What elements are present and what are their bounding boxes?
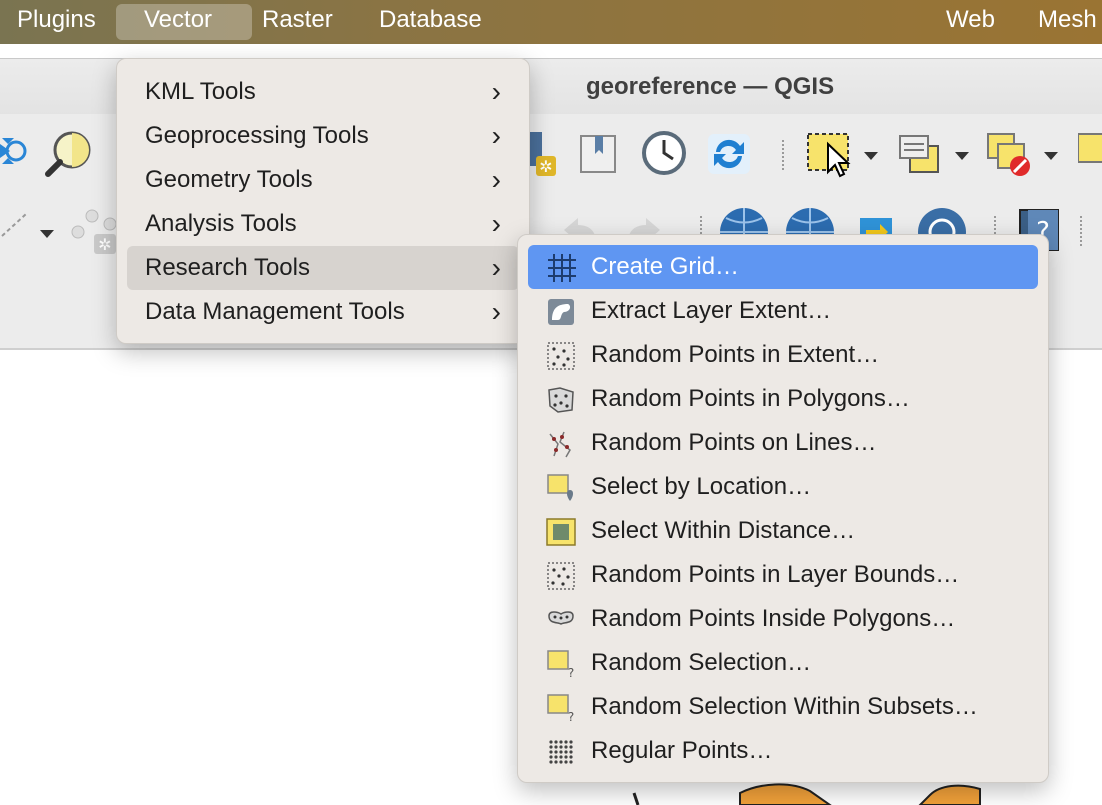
vertex-tool-icon[interactable]: ✲ [70,208,120,261]
regular-points-icon [546,737,576,765]
random-points-extent-icon [546,341,576,370]
menu-bar: Plugins Vector Raster Database Web Mesh [0,0,1102,44]
svg-text:✲: ✲ [539,157,552,176]
random-points-bounds-icon [546,561,576,590]
toolbar-grip[interactable] [782,140,787,170]
menu-item-label: Geometry Tools [145,166,313,193]
feature-icon[interactable] [1077,132,1102,171]
menu-item-random-points-on-lines[interactable]: Random Points on Lines… [528,421,1038,465]
select-dropdown-icon[interactable] [864,152,878,160]
svg-text:✲: ✲ [98,235,111,254]
chevron-right-icon: › [491,296,501,327]
menu-item-label: Random Points Inside Polygons… [591,605,956,632]
menu-item-label: Random Selection Within Subsets… [591,693,978,720]
chevron-right-icon: › [491,120,501,151]
menu-web[interactable]: Web [934,4,1007,40]
select-features-icon[interactable] [806,132,854,183]
select-by-value-icon[interactable] [898,132,942,181]
new-bookmark-icon[interactable]: ✲ [528,132,558,183]
menu-item-label: Random Points on Lines… [591,429,877,456]
chevron-right-icon: › [491,76,501,107]
menu-item-label: Select by Location… [591,473,812,500]
digitize-line-icon[interactable] [0,210,30,245]
menu-item-label: Data Management Tools [145,298,405,325]
menu-item-random-points-in-polygons[interactable]: Random Points in Polygons… [528,377,1038,421]
zoom-to-selection-icon[interactable] [44,130,96,183]
chevron-right-icon: › [491,252,501,283]
random-selection-subsets-icon: ? [546,693,576,724]
temporal-controller-icon[interactable] [641,130,687,181]
menu-mesh[interactable]: Mesh [1026,4,1102,40]
research-tools-submenu: Create Grid… Extract Layer Extent… Rando… [517,234,1049,783]
menu-item-select-within-distance[interactable]: Select Within Distance… [528,509,1038,553]
window-title: georeference — QGIS [586,73,835,100]
menu-item-random-selection[interactable]: ? Random Selection… [528,641,1038,685]
menu-item-label: Regular Points… [591,737,773,764]
zoom-full-icon[interactable] [0,130,32,177]
menu-item-label: Geoprocessing Tools [145,122,369,149]
menu-item-create-grid[interactable]: Create Grid… [528,245,1038,289]
menu-plugins[interactable]: Plugins [5,4,108,40]
menu-item-label: Create Grid… [591,253,740,280]
menu-database[interactable]: Database [367,4,494,40]
menu-item-research-tools[interactable]: Research Tools › [127,246,519,290]
menu-item-geometry-tools[interactable]: Geometry Tools › [127,158,519,202]
menu-item-random-points-inside-polygons[interactable]: Random Points Inside Polygons… [528,597,1038,641]
grid-icon [546,253,576,282]
menu-vector[interactable]: Vector [116,4,252,40]
chevron-right-icon: › [491,164,501,195]
menu-item-label: Select Within Distance… [591,517,856,544]
menu-item-random-points-in-layer-bounds[interactable]: Random Points in Layer Bounds… [528,553,1038,597]
menu-item-geoprocessing-tools[interactable]: Geoprocessing Tools › [127,114,519,158]
digitize-dropdown-icon[interactable] [40,230,54,238]
menu-item-extract-layer-extent[interactable]: Extract Layer Extent… [528,289,1038,333]
chevron-right-icon: › [491,208,501,239]
menu-item-data-management-tools[interactable]: Data Management Tools › [127,290,519,334]
show-bookmarks-icon[interactable] [577,132,619,179]
select-distance-icon [546,517,576,546]
toolbar-grip-4[interactable] [1080,216,1085,246]
menu-item-label: Random Selection… [591,649,812,676]
menu-item-label: Random Points in Extent… [591,341,880,368]
deselect-dropdown-icon[interactable] [1044,152,1058,160]
svg-text:?: ? [568,710,574,722]
menu-item-analysis-tools[interactable]: Analysis Tools › [127,202,519,246]
select-by-value-dropdown-icon[interactable] [955,152,969,160]
layer-extent-icon [546,297,576,325]
menu-item-kml-tools[interactable]: KML Tools › [127,70,519,114]
menu-raster[interactable]: Raster [250,4,345,40]
random-points-lines-icon [546,429,576,458]
deselect-features-icon[interactable] [986,132,1034,183]
select-location-icon [546,473,576,501]
menu-item-label: Random Points in Polygons… [591,385,910,412]
menu-item-random-selection-within-subsets[interactable]: ? Random Selection Within Subsets… [528,685,1038,729]
menu-item-label: Research Tools [145,254,310,281]
random-points-inside-icon [546,605,576,633]
random-points-polygons-icon [546,385,576,413]
menu-item-label: Random Points in Layer Bounds… [591,561,960,588]
menu-item-label: Extract Layer Extent… [591,297,832,324]
random-selection-icon: ? [546,649,576,680]
vector-menu: KML Tools › Geoprocessing Tools › Geomet… [116,58,530,344]
svg-text:?: ? [568,666,574,678]
menu-item-label: KML Tools [145,78,256,105]
menu-item-regular-points[interactable]: Regular Points… [528,729,1038,773]
menu-item-label: Analysis Tools [145,210,297,237]
menu-item-select-by-location[interactable]: Select by Location… [528,465,1038,509]
refresh-icon[interactable] [706,132,752,181]
menu-item-random-points-in-extent[interactable]: Random Points in Extent… [528,333,1038,377]
